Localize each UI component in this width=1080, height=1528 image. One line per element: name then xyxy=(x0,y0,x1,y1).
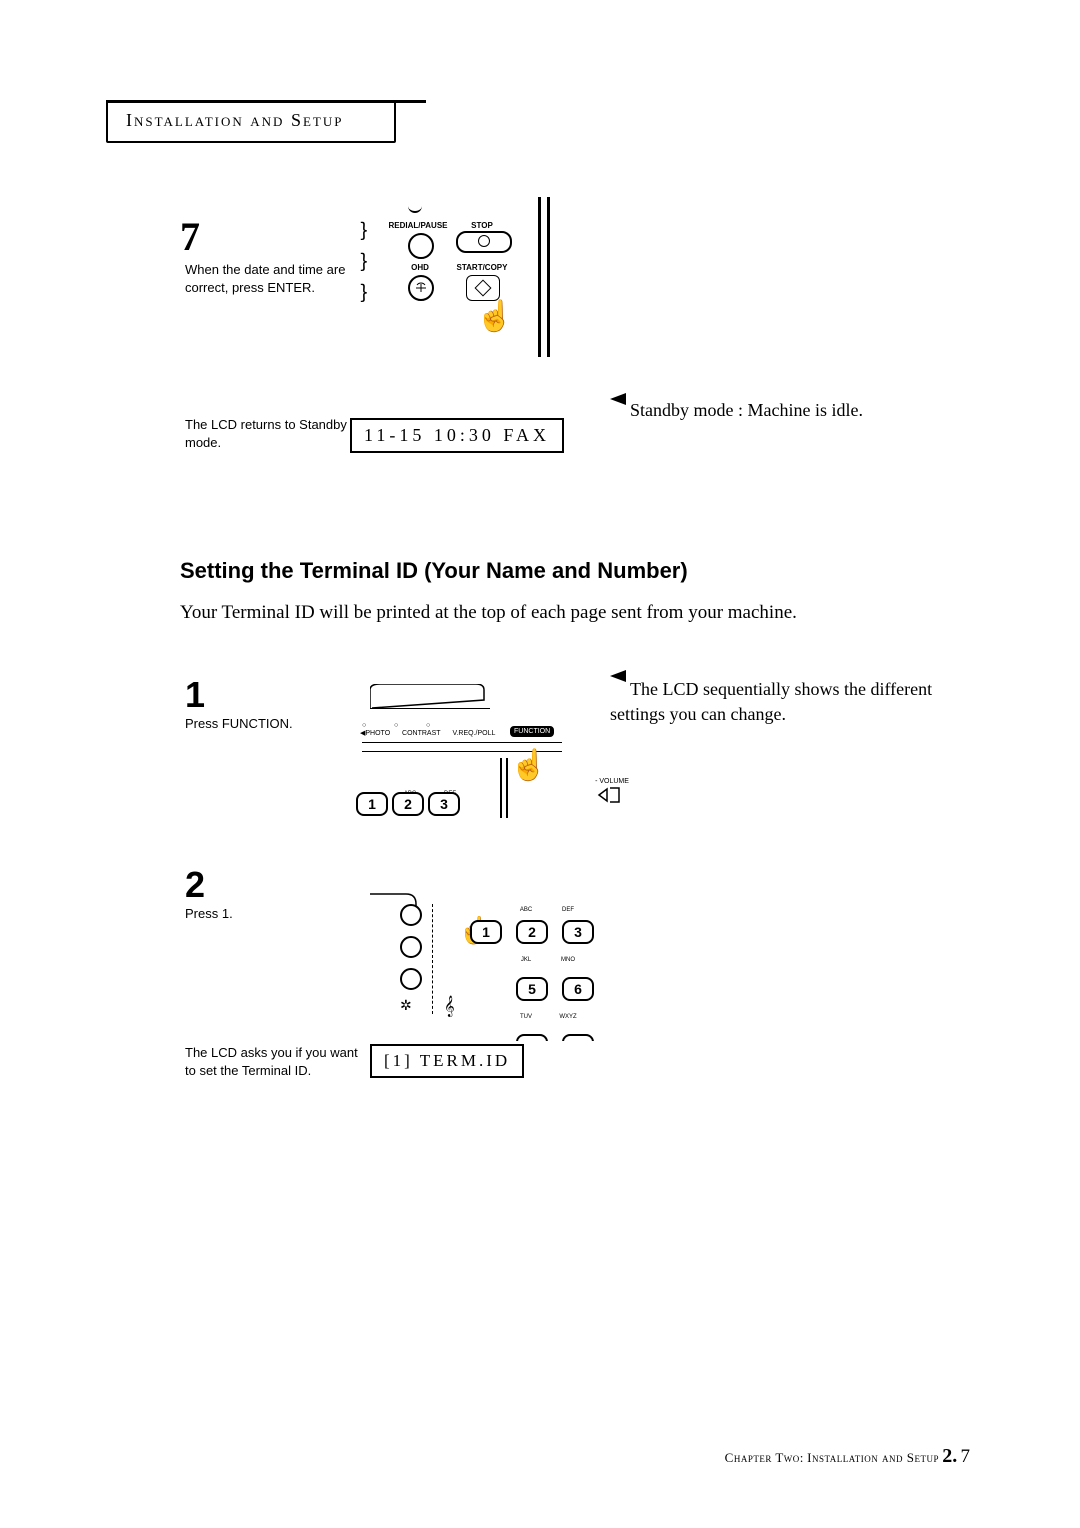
figure-notch xyxy=(408,201,422,213)
bracket-icon: ﹜﹜﹜ xyxy=(350,215,364,307)
small-button xyxy=(400,968,422,990)
label-mno: MNO xyxy=(554,957,582,963)
label-wxyz: WXYZ xyxy=(554,1014,582,1020)
step1-note: The LCD sequentially shows the different… xyxy=(610,670,940,726)
keypad-1: 1 xyxy=(356,792,388,816)
figure-right-edge xyxy=(538,197,550,357)
keypad-8: 8 xyxy=(516,1034,548,1041)
keypad-3: 3 xyxy=(562,920,594,944)
arrow-left-icon xyxy=(610,670,626,682)
icon-misc: ✲ xyxy=(400,998,422,1015)
tab-underline xyxy=(106,100,426,103)
button-stop xyxy=(456,231,512,253)
footer-section-num: 2. xyxy=(942,1445,957,1467)
label-contrast: CONTRAST xyxy=(402,730,441,737)
step7-figure: ﹜﹜﹜ REDIAL/PAUSE STOP OHD START/COPY ☝ xyxy=(370,203,550,363)
lcd-return-text: The LCD returns to Standby mode. xyxy=(185,416,350,452)
chapter-tab: Installation and Setup xyxy=(106,100,396,143)
step-number: 1 xyxy=(185,674,205,716)
keypad-row: 8 9 xyxy=(470,1027,604,1041)
step1-figure: ○ ○ ○ ◀PHOTO CONTRAST V.REQ./POLL FUNCTI… xyxy=(370,678,600,838)
volume-icon: - VOLUME xyxy=(592,778,632,807)
keypad-3: 3 xyxy=(428,792,460,816)
label-ohd: OHD xyxy=(400,263,440,272)
lcd-outline xyxy=(370,684,490,709)
step-number: 2 xyxy=(185,864,205,906)
label-volume: - VOLUME xyxy=(592,778,632,785)
label-redial-pause: REDIAL/PAUSE xyxy=(388,221,448,230)
keypad-2: 2 xyxy=(516,920,548,944)
label-vreqpoll: V.REQ./POLL xyxy=(452,730,495,737)
label-start-copy: START/COPY xyxy=(452,263,512,272)
page-footer: Chapter Two: Installation and Setup 2. 7 xyxy=(725,1445,970,1468)
footer-chapter: Chapter Two: xyxy=(725,1450,804,1465)
footer-title: Installation and Setup xyxy=(807,1450,939,1465)
step-text: Press FUNCTION. xyxy=(185,716,293,731)
step-1: 1 Press FUNCTION. The LCD sequentially s… xyxy=(110,674,970,854)
arrow-left-icon xyxy=(610,393,626,405)
small-button xyxy=(400,936,422,958)
step-text: When the date and time are correct, pres… xyxy=(185,261,365,296)
section-body: Your Terminal ID will be printed at the … xyxy=(180,602,940,624)
label-photo: ◀PHOTO xyxy=(360,730,390,737)
footer-page-num: 7 xyxy=(961,1446,971,1467)
left-button-column: ✲ xyxy=(400,904,422,1015)
label-def: DEF xyxy=(554,907,582,913)
label-abc: ABC xyxy=(512,907,540,913)
small-button xyxy=(400,904,422,926)
label-stop: STOP xyxy=(462,221,502,230)
section-title: Setting the Terminal ID (Your Name and N… xyxy=(180,558,970,584)
keypad-row-labels: ABC DEF xyxy=(470,898,604,916)
label-function: FUNCTION xyxy=(510,726,554,737)
keypad-row: 5 6 xyxy=(470,970,604,1001)
hand-pointer-icon: ☝ xyxy=(476,299,513,334)
keypad-1: 1 xyxy=(470,920,502,944)
button-redial xyxy=(408,233,434,259)
label-jkl: JKL xyxy=(512,957,540,963)
key-row: 1 2 3 xyxy=(356,792,460,816)
figure-divider xyxy=(432,904,433,1014)
keypad-row: 1 2 3 xyxy=(470,920,604,944)
standby-block: The LCD returns to Standby mode. 11-15 1… xyxy=(110,408,970,468)
step-text: Press 1. xyxy=(185,906,233,921)
step2-figure: ✲ ☝ ABC DEF 1 2 3 JKL MNO xyxy=(400,894,640,1034)
keypad-row-labels: TUV WXYZ xyxy=(470,1005,604,1023)
step1-note-text: The LCD sequentially shows the different… xyxy=(610,679,932,723)
termid-block: The LCD asks you if you want to set the … xyxy=(110,1044,970,1124)
label-tuv: TUV xyxy=(512,1014,540,1020)
lcd-display-standby: 11-15 10:30 FAX xyxy=(350,418,564,453)
standby-note-text: Standby mode : Machine is idle. xyxy=(630,400,863,420)
button-ohd xyxy=(408,275,434,301)
page: Installation and Setup 7 When the date a… xyxy=(0,0,1080,1528)
hand-pointer-icon: ☝ xyxy=(510,748,547,783)
step-number: 7 xyxy=(180,213,200,260)
standby-note: Standby mode : Machine is idle. xyxy=(610,393,950,421)
keypad-6: 6 xyxy=(562,977,594,1001)
icon-misc: 𝄞 xyxy=(444,996,455,1017)
keypad: ABC DEF 1 2 3 JKL MNO 5 6 xyxy=(470,898,604,1045)
figure-right-edge xyxy=(500,758,508,818)
button-start-copy xyxy=(466,275,500,301)
step-2: 2 Press 1. ✲ ☝ ABC DEF 1 2 xyxy=(110,864,970,1034)
lcd-display-termid: [1] TERM.ID xyxy=(370,1044,524,1078)
keypad-5: 5 xyxy=(516,977,548,1001)
keypad-2: 2 xyxy=(392,792,424,816)
keypad-9: 9 xyxy=(562,1034,594,1041)
keypad-row-labels: JKL MNO xyxy=(470,948,604,966)
termid-text: The LCD asks you if you want to set the … xyxy=(185,1044,360,1080)
step-7: 7 When the date and time are correct, pr… xyxy=(110,213,970,388)
